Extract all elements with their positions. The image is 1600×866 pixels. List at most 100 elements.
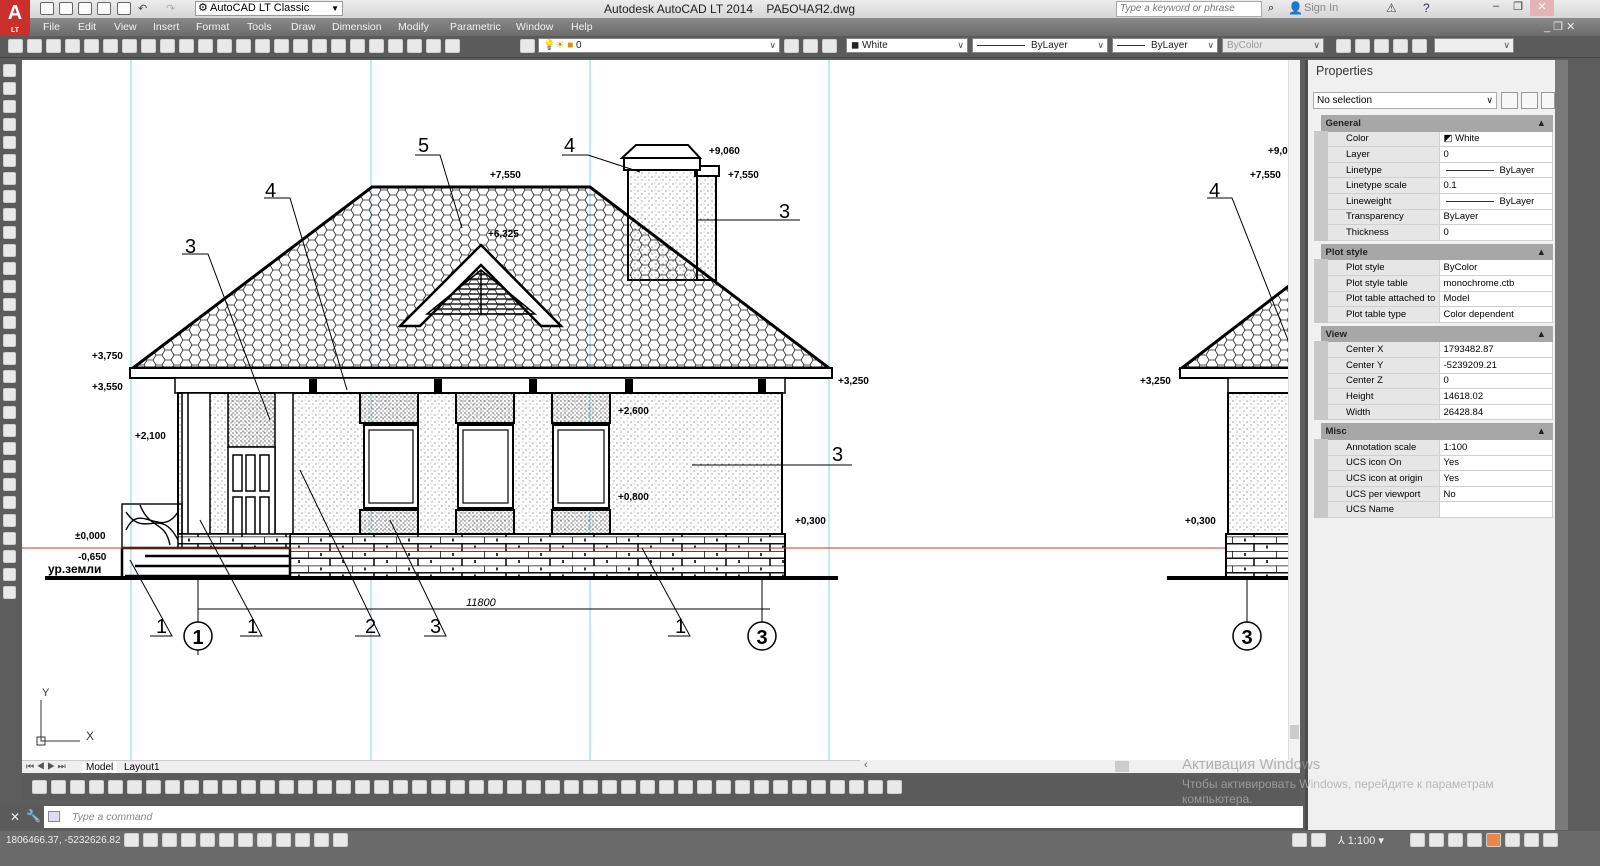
doc-window-controls[interactable]: _ ❐ ✕ — [1544, 20, 1575, 33]
plot-icon[interactable] — [65, 39, 80, 53]
select-objects-button[interactable] — [1521, 92, 1538, 109]
collapse-icon[interactable]: ▲ — [1537, 329, 1546, 340]
trim-icon[interactable] — [203, 780, 218, 794]
menu-parametric[interactable]: Parametric — [450, 21, 501, 33]
menu-help[interactable]: Help — [571, 21, 593, 33]
model-layout-icons[interactable] — [1290, 833, 1328, 847]
property-value[interactable]: ByLayer — [1438, 208, 1553, 226]
hatch-tool-icon[interactable] — [3, 244, 16, 257]
polyline-icon[interactable] — [469, 780, 484, 794]
mirror-icon[interactable] — [70, 780, 85, 794]
property-value[interactable]: ByColor — [1438, 259, 1553, 276]
draworder-front-icon[interactable] — [830, 780, 845, 794]
property-value[interactable]: Model — [1438, 290, 1553, 308]
tolerance-tool-icon[interactable] — [3, 478, 16, 491]
property-row[interactable]: Transparency ByLayer — [1314, 208, 1553, 226]
ducs-icon[interactable] — [257, 833, 272, 847]
plotstyle-select[interactable]: ByColor ∨ — [1222, 38, 1324, 53]
menu-modify[interactable]: Modify — [398, 21, 429, 33]
menu-draw[interactable]: Draw — [291, 21, 316, 33]
property-row[interactable]: Linetype ByLayer — [1314, 161, 1553, 179]
rectangle-icon[interactable] — [507, 780, 522, 794]
calculator-icon[interactable] — [426, 39, 441, 53]
area-tool-icon[interactable] — [3, 586, 16, 599]
spline-icon[interactable] — [583, 780, 598, 794]
insert-block-icon[interactable] — [621, 780, 636, 794]
arc-tool-icon[interactable] — [3, 154, 16, 167]
search-input[interactable]: Type a keyword or phrase — [1116, 1, 1262, 17]
tab-layout1[interactable]: Layout1 — [120, 762, 164, 773]
menu-tools[interactable]: Tools — [247, 21, 272, 33]
property-row[interactable]: Plot style table monochrome.ctb — [1314, 274, 1553, 292]
property-row[interactable]: Annotation scale 1:100 — [1314, 438, 1553, 456]
edit-polyline-icon[interactable] — [374, 780, 389, 794]
color-wheel-icon[interactable] — [393, 780, 408, 794]
save-icon[interactable] — [78, 2, 92, 15]
collapse-icon[interactable]: ▲ — [1537, 247, 1546, 258]
property-value[interactable]: 0 — [1438, 224, 1553, 241]
region-icon[interactable] — [716, 780, 731, 794]
offset-icon[interactable] — [89, 780, 104, 794]
property-value[interactable]: 0.1 — [1438, 177, 1553, 194]
property-value[interactable]: Yes — [1438, 470, 1553, 487]
table-icon[interactable] — [735, 780, 750, 794]
tab-nav-arrows[interactable]: ⏮ ◀ ▶ ⏭ — [26, 761, 66, 772]
section-header[interactable]: Plot style ▲ — [1320, 243, 1553, 261]
gradient-icon[interactable] — [697, 780, 712, 794]
match-properties-icon[interactable] — [179, 39, 194, 53]
ordinate-tool-icon[interactable] — [3, 352, 16, 365]
snap-icon[interactable] — [143, 833, 158, 847]
draworder-above-icon[interactable] — [868, 780, 883, 794]
draworder-below-icon[interactable] — [887, 780, 902, 794]
property-row[interactable]: UCS per viewport No — [1314, 485, 1553, 503]
extend-icon[interactable] — [222, 780, 237, 794]
property-value[interactable]: 0 — [1438, 146, 1553, 163]
palette-side-bar[interactable] — [1555, 60, 1568, 830]
vertical-scrollbar[interactable] — [1288, 60, 1300, 760]
paste-icon[interactable] — [160, 39, 175, 53]
sign-in-button[interactable]: Sign In — [1304, 2, 1338, 14]
lineweight-icon[interactable] — [295, 833, 310, 847]
menu-insert[interactable]: Insert — [153, 21, 179, 33]
diameter-tool-icon[interactable] — [3, 388, 16, 401]
baseline-tool-icon[interactable] — [3, 424, 16, 437]
property-row[interactable]: Plot table attached to Model — [1314, 290, 1553, 308]
property-row[interactable]: Height 14618.02 — [1314, 388, 1553, 405]
scroll-left-icon[interactable]: ‹ — [864, 759, 868, 771]
quick-select-button[interactable] — [1541, 92, 1555, 109]
property-row[interactable]: Center Z0 — [1314, 372, 1553, 390]
insert-tool-icon[interactable] — [3, 226, 16, 239]
line-tool-icon[interactable] — [3, 64, 16, 77]
property-value[interactable]: ByLayer — [1438, 192, 1553, 210]
dyn-icon[interactable] — [276, 833, 291, 847]
close-button[interactable]: ✕ — [1530, 0, 1554, 16]
application-menu-button[interactable]: A LT — [0, 0, 30, 36]
undo-icon[interactable]: ↶ — [138, 2, 152, 15]
erase-icon[interactable] — [32, 780, 47, 794]
dim-style-tool-icon[interactable] — [3, 550, 16, 563]
save-as-icon[interactable] — [97, 2, 111, 15]
property-row[interactable]: UCS icon On Yes — [1314, 454, 1553, 472]
property-value[interactable]: 1793482.87 — [1438, 341, 1553, 358]
hatch-icon[interactable] — [678, 780, 693, 794]
ortho-icon[interactable] — [181, 833, 196, 847]
property-value[interactable]: 1:100 — [1438, 438, 1553, 456]
multiline-text-icon[interactable] — [754, 780, 769, 794]
polygon-icon[interactable] — [488, 780, 503, 794]
minimize-button[interactable]: – — [1484, 0, 1508, 16]
pan-icon[interactable] — [255, 39, 270, 53]
property-value[interactable]: 26428.84 — [1438, 403, 1553, 421]
property-value[interactable]: -5239209.21 — [1438, 356, 1553, 374]
measure-tool-icon[interactable] — [3, 568, 16, 581]
angular-tool-icon[interactable] — [3, 406, 16, 419]
explode-icon[interactable] — [317, 780, 332, 794]
property-row[interactable]: Width 26428.84 — [1314, 403, 1553, 421]
property-row[interactable]: Lineweight ByLayer — [1314, 192, 1553, 210]
new-icon[interactable] — [40, 2, 54, 15]
arc-icon[interactable] — [526, 780, 541, 794]
tab-model[interactable]: Model — [82, 762, 118, 773]
circle-tool-icon[interactable] — [3, 172, 16, 185]
property-value[interactable]: Color dependent — [1438, 306, 1553, 323]
ellipse-tool-icon[interactable] — [3, 208, 16, 221]
property-row[interactable]: Plot style ByColor — [1314, 259, 1553, 276]
